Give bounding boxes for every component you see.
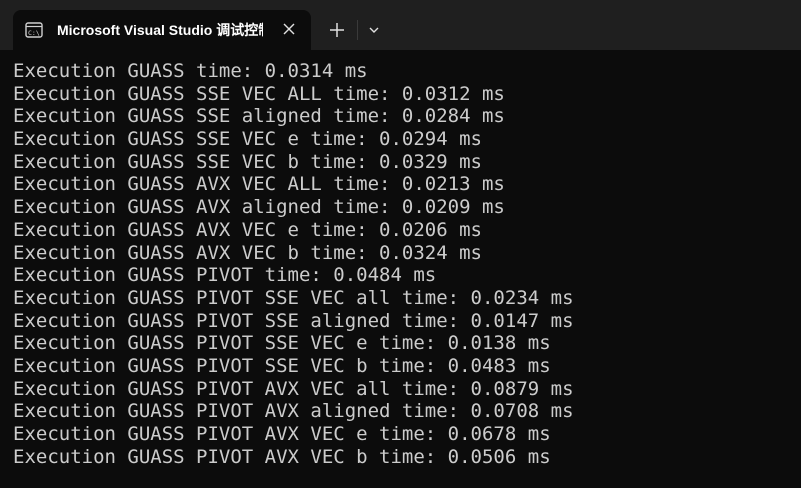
- output-line: Execution GUASS SSE VEC b time: 0.0329 m…: [13, 150, 482, 173]
- terminal-window: C:\ Microsoft Visual Studio 调试控制台: [0, 0, 801, 488]
- tab-divider: [357, 20, 358, 40]
- tab-title: Microsoft Visual Studio 调试控制台: [57, 22, 263, 38]
- output-line: Execution GUASS SSE VEC e time: 0.0294 m…: [13, 128, 482, 151]
- output-line: Execution GUASS AVX VEC ALL time: 0.0213…: [13, 173, 505, 196]
- output-line: Execution GUASS PIVOT SSE VEC all time: …: [13, 286, 574, 309]
- svg-text:C:\: C:\: [28, 29, 40, 37]
- output-line: Execution GUASS PIVOT AVX aligned time: …: [13, 400, 574, 423]
- output-line: Execution GUASS AVX VEC b time: 0.0324 m…: [13, 241, 482, 264]
- output-line: Execution GUASS PIVOT SSE VEC b time: 0.…: [13, 354, 551, 377]
- terminal-tab[interactable]: C:\ Microsoft Visual Studio 调试控制台: [13, 10, 311, 50]
- close-icon[interactable]: [281, 21, 297, 37]
- title-bar: C:\ Microsoft Visual Studio 调试控制台: [0, 0, 801, 50]
- output-line: Execution GUASS PIVOT AVX VEC b time: 0.…: [13, 445, 551, 468]
- output-line: Execution GUASS PIVOT AVX VEC all time: …: [13, 377, 574, 400]
- output-line: Execution GUASS PIVOT time: 0.0484 ms: [13, 264, 437, 287]
- chevron-down-icon[interactable]: [366, 22, 382, 38]
- output-line: Execution GUASS SSE aligned time: 0.0284…: [13, 105, 505, 128]
- output-line: Execution GUASS AVX VEC e time: 0.0206 m…: [13, 218, 482, 241]
- output-line: Execution GUASS PIVOT SSE aligned time: …: [13, 309, 574, 332]
- output-line: Execution GUASS AVX aligned time: 0.0209…: [13, 196, 505, 219]
- output-line: Execution GUASS PIVOT AVX VEC e time: 0.…: [13, 423, 551, 445]
- output-line: Execution GUASS time: 0.0314 ms: [13, 60, 368, 82]
- console-output[interactable]: Execution GUASS time: 0.0314 ms Executio…: [0, 50, 801, 488]
- output-line: Execution GUASS SSE VEC ALL time: 0.0312…: [13, 82, 505, 105]
- plus-icon[interactable]: [326, 19, 348, 41]
- terminal-icon: C:\: [25, 22, 43, 38]
- output-line: Execution GUASS PIVOT SSE VEC e time: 0.…: [13, 332, 551, 355]
